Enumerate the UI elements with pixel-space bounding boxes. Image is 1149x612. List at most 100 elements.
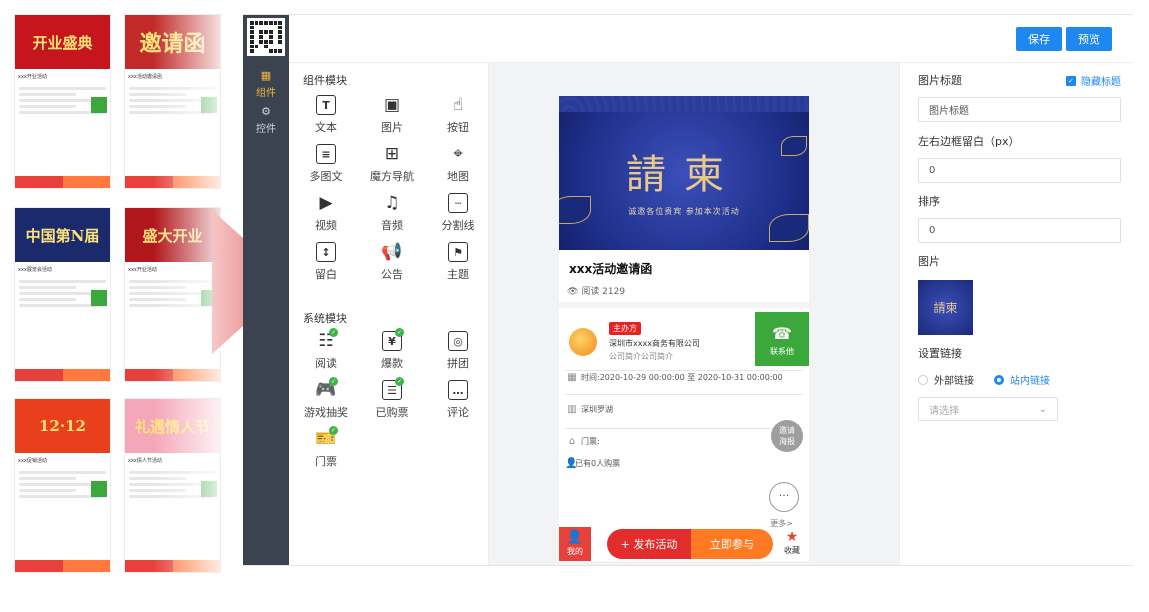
template-bottom-bar (125, 176, 220, 188)
divider (565, 428, 803, 429)
invite-poster-button[interactable]: 邀请 海报 (771, 420, 803, 452)
padding-input[interactable]: 0 (918, 158, 1121, 183)
link-select-placeholder: 请选择 (929, 405, 959, 417)
cube-nav-icon: ⊞ (384, 144, 400, 164)
component-ticket[interactable]: 🎫 ✓ 门票 (293, 426, 359, 469)
component-video[interactable]: ▶ 视频 (293, 193, 359, 233)
radio-external-label[interactable]: 外部链接 (934, 372, 974, 387)
radio-internal-label[interactable]: 站内链接 (1010, 372, 1050, 387)
component-label: 地图 (447, 170, 469, 183)
template-thumbnail[interactable]: 礼遇情人节 xxx情人节活动 (124, 398, 221, 573)
phone-preview: 請柬 诚邀各位贵宾 参加本次活动 xxx活动邀请函 👁 阅读 2129 主办方 … (559, 96, 809, 561)
component-multi-image-text[interactable]: ≡ 多图文 (293, 144, 359, 184)
component-text[interactable]: T 文本 (293, 95, 359, 135)
placeholder-line (129, 111, 216, 114)
system-components-grid: ☷ ✓ 阅读 ¥ ✓ 爆款 ◎ 拼团 🎮 ✓ 游戏抽奖 ☰ ✓ 已购票… 评论 🎫 ✓ 门票 (293, 328, 491, 469)
user-icon: 👤 (566, 530, 584, 545)
nav-item-components[interactable]: ▦ 组件 (243, 69, 289, 99)
mine-button[interactable]: 👤 我的 (559, 527, 591, 561)
placeholder-line (129, 105, 186, 108)
template-banner: 12·12 (15, 399, 110, 453)
placeholder-line (19, 93, 76, 96)
placeholder-line (19, 471, 106, 474)
component-comment[interactable]: … 评论 (425, 380, 491, 420)
placeholder-line (129, 280, 216, 283)
template-name: xxx展览会活动 (18, 267, 52, 273)
template-banner: 邀请函 (125, 15, 220, 69)
component-label: 拼团 (447, 357, 469, 370)
check-badge-icon: ✓ (329, 377, 338, 386)
component-group-buy[interactable]: ◎ 拼团 (425, 331, 491, 371)
contact-block (201, 481, 217, 497)
building-icon: ▥ (567, 404, 577, 415)
join-now-button[interactable]: 立即参与 (691, 529, 773, 559)
collect-button[interactable]: ★ 收藏 (775, 529, 809, 556)
image-thumbnail[interactable]: 請柬 (918, 280, 973, 335)
component-notice[interactable]: 📢 公告 (359, 242, 425, 282)
template-thumbnail[interactable]: 中国第N届 xxx展览会活动 (14, 207, 111, 382)
component-audio[interactable]: ♫ 音频 (359, 193, 425, 233)
placeholder-line (19, 298, 76, 301)
gear-icon: ⚙ (261, 105, 271, 118)
placeholder-line (129, 87, 216, 90)
event-detail-card: 主办方 深圳市xxxx商务有限公司 公司简介公司简介 ☎ 联系他 ▦ 时间:202… (559, 308, 809, 561)
organizer-logo (569, 328, 597, 356)
preview-button[interactable]: 预览 (1066, 27, 1112, 51)
check-icon: ✓ (1066, 75, 1076, 86)
image-title-input[interactable]: 图片标题 (918, 97, 1121, 122)
top-toolbar: 保存 预览 (289, 15, 1133, 63)
more-button[interactable]: ··· (769, 482, 799, 512)
placeholder-line (19, 286, 76, 289)
component-divider[interactable]: ┄ 分割线 (425, 193, 491, 233)
publish-event-button[interactable]: + 发布活动 (607, 529, 691, 559)
nav-item-controls[interactable]: ⚙ 控件 (243, 105, 289, 135)
event-info-card: xxx活动邀请函 👁 阅读 2129 (559, 250, 809, 302)
organizer-tag: 主办方 (609, 322, 641, 335)
radio-internal[interactable] (994, 374, 1004, 385)
radio-external[interactable] (918, 374, 928, 385)
link-select[interactable]: 请选择 ⌄ (918, 397, 1058, 421)
placeholder-line (129, 495, 216, 498)
invitation-poster-image[interactable]: 請柬 诚邀各位贵宾 参加本次活动 (559, 96, 809, 250)
ticket-row: ⌂ 门票: (565, 436, 803, 447)
component-cube-nav[interactable]: ⊞ 魔方导航 (359, 144, 425, 184)
user-icon: 👤 (565, 458, 578, 469)
notice-icon: 📢 (381, 242, 403, 262)
property-panel: 图片标题 ✓ 隐藏标题 图片标题 左右边框留白（px） 0 排序 0 图片 請柬… (899, 62, 1133, 566)
placeholder-line (129, 477, 186, 480)
placeholder-line (19, 280, 106, 283)
template-thumbnail[interactable]: 邀请函 xxx活动邀请函 (124, 14, 221, 189)
grid-icon: ▦ (260, 69, 272, 82)
component-game-lottery[interactable]: 🎮 ✓ 游戏抽奖 (293, 377, 359, 420)
ticket-icon: ⌂ (568, 436, 576, 447)
component-hot-sale[interactable]: ¥ ✓ 爆款 (359, 328, 425, 371)
component-button[interactable]: ☝ 按钮 (425, 95, 491, 135)
link-label: 设置链接 (918, 347, 962, 360)
contact-button[interactable]: ☎ 联系他 (755, 312, 809, 366)
component-map[interactable]: ⌖ 地图 (425, 144, 491, 184)
component-read[interactable]: ☷ ✓ 阅读 (293, 328, 359, 371)
placeholder-line (19, 477, 76, 480)
invite-poster-label-1: 邀请 (779, 426, 795, 435)
component-purchased-ticket[interactable]: ☰ ✓ 已购票 (359, 377, 425, 420)
wave-pattern (559, 96, 809, 112)
component-theme[interactable]: ⚑ 主题 (425, 242, 491, 282)
divider (565, 394, 803, 395)
order-input[interactable]: 0 (918, 218, 1121, 243)
placeholder-line (129, 298, 186, 301)
template-thumbnail[interactable]: 12·12 xxx促销活动 (14, 398, 111, 573)
component-label: 游戏抽奖 (304, 406, 348, 419)
template-name: xxx开业活动 (128, 267, 157, 273)
link-type-radios: 外部链接 站内链接 (918, 372, 1050, 387)
template-name: xxx活动邀请函 (128, 74, 162, 80)
component-blank-space[interactable]: ↕ 留白 (293, 242, 359, 282)
star-icon: ★ (785, 529, 799, 545)
component-label: 阅读 (315, 357, 337, 370)
template-thumbnail[interactable]: 盛大开业 xxx开业活动 (124, 207, 221, 382)
template-thumbnail[interactable]: 开业盛典 xxx开业活动 (14, 14, 111, 189)
save-button[interactable]: 保存 (1016, 27, 1062, 51)
contact-block (91, 290, 107, 306)
component-image[interactable]: ▣ 图片 (359, 95, 425, 135)
qr-code-icon[interactable] (247, 18, 285, 56)
hide-title-checkbox[interactable]: ✓ 隐藏标题 (1066, 73, 1121, 88)
